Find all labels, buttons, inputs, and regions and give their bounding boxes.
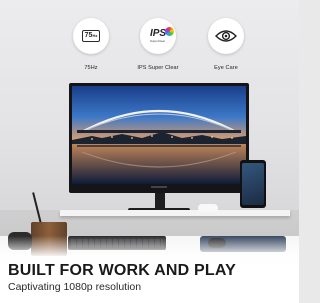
eye-care-icon: [208, 18, 244, 54]
desk-shelf: [60, 210, 290, 216]
smart-speaker: [198, 204, 218, 212]
feature-label-eye-care: Eye Care: [214, 65, 238, 71]
headline: BUILT FOR WORK AND PLAY: [8, 262, 236, 279]
monitor: [69, 83, 249, 193]
monitor-brand-mark: [151, 186, 167, 188]
feature-eye-care: Eye Care: [196, 18, 256, 71]
refresh-rate-75hz-icon: 75Hz: [73, 18, 109, 54]
feature-label-75hz: 75Hz: [84, 65, 98, 71]
feature-75hz: 75Hz 75Hz: [61, 18, 121, 71]
ips-super-clear-icon: IPS SuperClear: [140, 18, 176, 54]
monitor-screen-image: [72, 86, 246, 184]
feature-ips-super-clear: IPS SuperClear IPS Super Clear: [128, 18, 188, 71]
product-scene: 75Hz 75Hz IPS SuperClear IPS Super Clear…: [0, 0, 299, 303]
subheadline: Captivating 1080p resolution: [8, 281, 142, 293]
feature-label-ips: IPS Super Clear: [137, 65, 179, 71]
smartphone: [240, 160, 266, 208]
